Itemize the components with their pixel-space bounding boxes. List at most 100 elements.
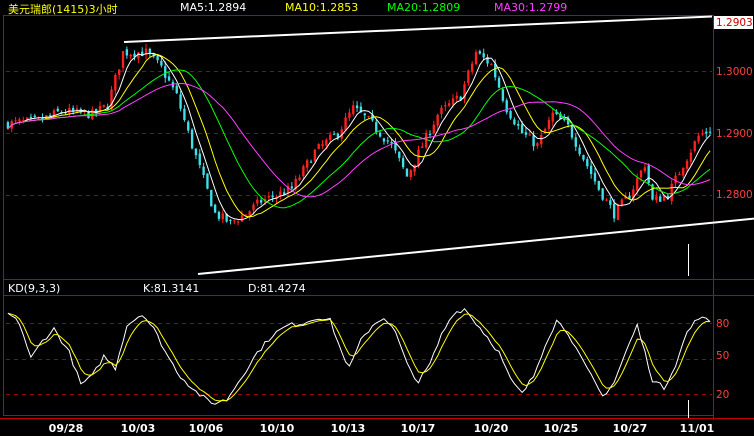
x-tick-label: 10/13 xyxy=(331,422,366,435)
candle-body xyxy=(620,199,624,205)
candle-body xyxy=(655,196,658,201)
kd-grid xyxy=(6,323,712,395)
candle-body xyxy=(589,165,593,174)
candle-body xyxy=(474,52,478,65)
candle-body xyxy=(520,124,524,134)
candle-body xyxy=(616,204,620,221)
candle-body xyxy=(678,173,681,175)
candle-body xyxy=(401,158,405,168)
candle-body xyxy=(582,154,585,160)
x-axis-labels: 09/28 10/03 10/06 10/10 10/13 10/17 10/20 10/25… xyxy=(49,422,715,435)
ma-lines xyxy=(7,52,711,221)
candle-body xyxy=(202,166,205,175)
candle-body xyxy=(659,196,662,202)
candle-body xyxy=(279,191,282,196)
candle-body xyxy=(605,199,608,201)
current-price-label: 1.2903 xyxy=(716,17,753,29)
candle-body xyxy=(517,124,520,126)
ma5-line xyxy=(7,52,711,221)
candle-body xyxy=(229,219,232,221)
candle-body xyxy=(259,200,263,203)
candle-body xyxy=(586,159,589,167)
d-line xyxy=(7,312,711,402)
candle-body xyxy=(471,63,474,71)
candle-body xyxy=(290,186,294,189)
candle-body xyxy=(348,112,351,118)
candle-body xyxy=(409,170,412,178)
candle-body xyxy=(601,188,604,200)
candle-body xyxy=(386,140,389,142)
candle-body xyxy=(693,141,696,152)
candle-body xyxy=(298,177,301,181)
candle-body xyxy=(187,121,190,131)
ma20-line xyxy=(7,69,711,209)
candle-body xyxy=(306,160,309,168)
candle-body xyxy=(536,143,539,147)
candle-body xyxy=(593,172,597,182)
candle-body xyxy=(352,105,355,114)
candle-body xyxy=(375,122,378,132)
x-tick-label: 10/06 xyxy=(189,422,224,435)
candle-body xyxy=(482,53,485,58)
candle-body xyxy=(18,119,21,122)
x-tick-label: 09/28 xyxy=(49,422,84,435)
chart-title: 美元瑞郎(1415)3小时 xyxy=(8,3,118,16)
candle-body xyxy=(701,133,704,135)
candle-body xyxy=(110,89,113,110)
candle-body xyxy=(240,215,244,222)
candles xyxy=(6,43,712,226)
candle-body xyxy=(302,166,305,177)
candle-body xyxy=(148,48,152,54)
candle-body xyxy=(14,120,17,122)
candle-body xyxy=(378,132,382,137)
candle-body xyxy=(697,135,700,142)
candle-body xyxy=(528,134,531,136)
kd-tick-20: 20 xyxy=(716,389,729,401)
candle-body xyxy=(574,137,577,147)
candle-body xyxy=(325,139,328,146)
forex-chart: 1.2903 1.3000 1.2900 1.2800 80 50 20 09/… xyxy=(0,15,754,435)
candle-body xyxy=(167,76,171,81)
kd-tick-80: 80 xyxy=(716,318,729,330)
candle-body xyxy=(447,103,451,106)
candle-body xyxy=(643,167,647,172)
chart-border xyxy=(3,15,714,416)
candle-body xyxy=(221,213,224,220)
candle-body xyxy=(417,149,420,167)
candle-body xyxy=(436,114,439,126)
candle-body xyxy=(56,108,59,112)
candle-body xyxy=(609,200,612,205)
candle-body xyxy=(674,175,677,184)
candle-body xyxy=(194,148,198,156)
candle-body xyxy=(451,98,455,105)
lower-channel-line xyxy=(197,217,754,275)
candle-body xyxy=(179,94,182,109)
candle-body xyxy=(344,117,347,131)
candle-body xyxy=(432,124,436,134)
x-tick-label: 10/17 xyxy=(401,422,436,435)
candle-body xyxy=(363,113,366,116)
candle-body xyxy=(505,100,508,113)
ma10-value: MA10:1.2853 xyxy=(285,1,359,14)
candle-body xyxy=(647,165,650,183)
candle-body xyxy=(428,133,432,135)
candle-body xyxy=(705,131,708,134)
candle-body xyxy=(198,153,201,165)
candle-body xyxy=(98,105,102,112)
candle-body xyxy=(685,160,689,169)
candle-body xyxy=(570,125,574,138)
candle-body xyxy=(612,203,616,219)
candle-body xyxy=(29,116,33,118)
candle-body xyxy=(639,170,643,178)
candle-body xyxy=(233,220,236,222)
candle-body xyxy=(256,199,259,204)
candle-body xyxy=(160,60,163,66)
candle-body xyxy=(271,195,274,198)
candle-body xyxy=(597,180,600,190)
candle-body xyxy=(317,144,320,149)
kd-title: KD(9,3,3) xyxy=(8,282,61,295)
candle-body xyxy=(114,74,117,91)
upper-channel-line xyxy=(123,15,713,43)
candle-body xyxy=(390,142,393,144)
ma20-value: MA20:1.2809 xyxy=(387,1,461,14)
